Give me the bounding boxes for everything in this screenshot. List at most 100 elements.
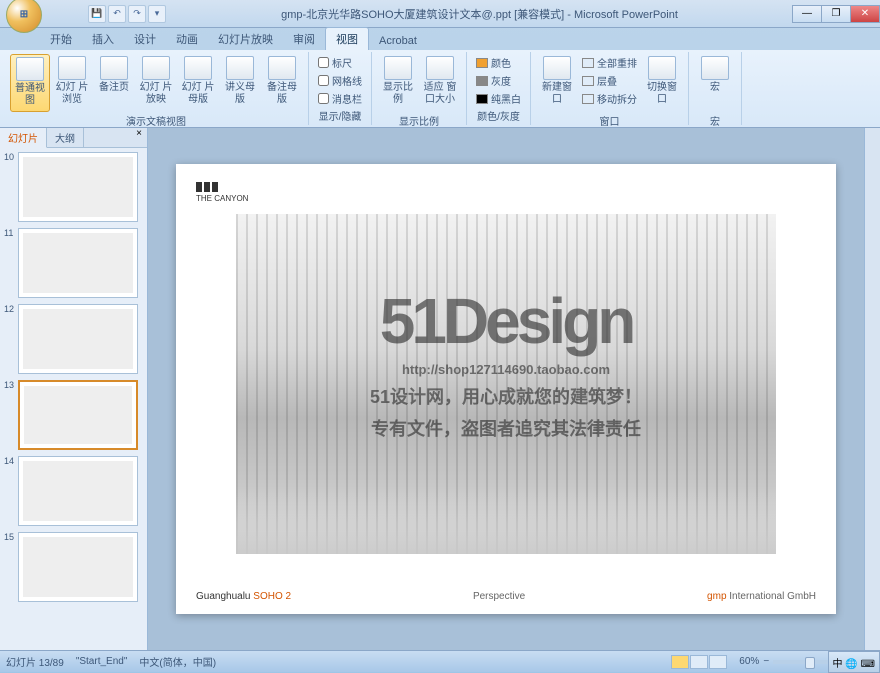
ribbon-group-3: 颜色灰度纯黑白颜色/灰度 [467, 52, 531, 125]
button-label: 幻灯 片浏览 [54, 82, 90, 106]
button-icon [142, 56, 170, 80]
close-button[interactable]: ✕ [850, 5, 880, 23]
ribbon-group-1: 标尺网格线消息栏显示/隐藏 [309, 52, 372, 125]
thumbnail-list[interactable]: 101112131415 [0, 148, 147, 650]
color-mode-button[interactable]: 纯黑白 [473, 90, 524, 107]
ribbon-button[interactable]: 幻灯 片浏览 [52, 54, 92, 112]
tab-slides[interactable]: 幻灯片 [0, 128, 47, 148]
slide-thumbnail[interactable]: 10 [4, 152, 143, 222]
ribbon-button[interactable]: 切换窗 口 [642, 54, 682, 112]
button-label: 幻灯 片放映 [138, 82, 174, 106]
save-icon[interactable]: 💾 [88, 5, 106, 23]
button-icon [184, 56, 212, 80]
ribbon-tab-0[interactable]: 开始 [40, 28, 82, 50]
color-swatch-icon [476, 58, 488, 68]
button-label: 讲义母版 [222, 82, 258, 106]
ribbon-group-4: 新建窗口全部重排层叠移动拆分切换窗 口窗口 [531, 52, 689, 125]
ribbon-button[interactable]: 幻灯 片母版 [178, 54, 218, 112]
color-mode-button[interactable]: 颜色 [473, 54, 524, 71]
undo-icon[interactable]: ↶ [108, 5, 126, 23]
group-label: 宏 [695, 112, 735, 128]
thumbnail-image [18, 380, 138, 450]
vertical-scrollbar[interactable] [864, 128, 880, 650]
window-controls: — ❐ ✕ [793, 5, 880, 23]
slideshow-view-button[interactable] [709, 655, 727, 669]
ribbon: 普通视图幻灯 片浏览备注页幻灯 片放映幻灯 片母版讲义母版备注母版演示文稿视图标… [0, 50, 880, 128]
tab-outline[interactable]: 大纲 [47, 128, 84, 147]
ribbon-tab-7[interactable]: Acrobat [369, 32, 427, 50]
ribbon-group-5: 宏宏 [689, 52, 742, 125]
color-mode-button[interactable]: 灰度 [473, 72, 524, 89]
status-bar: 幻灯片 13/89 "Start_End" 中文(简体，中国) 60% − + … [0, 650, 880, 672]
slide-editor[interactable]: THE CANYON 51Design http://shop127114690… [148, 128, 864, 650]
watermark-line2: 专有文件，盗图者追究其法律责任 [316, 415, 696, 441]
group-label: 显示比例 [378, 112, 460, 128]
ribbon-small-button[interactable]: 层叠 [579, 72, 640, 89]
zoom-out-button[interactable]: − [763, 656, 769, 667]
ribbon-checkbox[interactable]: 消息栏 [315, 90, 365, 107]
ribbon-button[interactable]: 幻灯 片放映 [136, 54, 176, 112]
watermark-line1: 51设计网，用心成就您的建筑梦！ [316, 383, 696, 409]
slide-thumbnail[interactable]: 11 [4, 228, 143, 298]
button-icon [268, 56, 296, 80]
ribbon-button[interactable]: 显示比例 [378, 54, 418, 112]
slide-thumbnail[interactable]: 15 [4, 532, 143, 602]
view-buttons [671, 655, 727, 669]
button-icon [701, 56, 729, 80]
slide-logo: THE CANYON [196, 182, 248, 203]
office-button[interactable]: ⊞ [6, 0, 42, 33]
group-label: 显示/隐藏 [315, 107, 365, 123]
ribbon-tab-1[interactable]: 插入 [82, 28, 124, 50]
watermark-title: 51Design [316, 284, 696, 358]
slide-thumbnail[interactable]: 14 [4, 456, 143, 526]
work-area: 幻灯片 大纲 × 101112131415 THE CANYON 51Desig… [0, 128, 880, 650]
thumbnail-number: 12 [4, 304, 18, 374]
button-label: 普通视图 [13, 83, 47, 107]
thumbnail-number: 13 [4, 380, 18, 450]
ribbon-button[interactable]: 备注页 [94, 54, 134, 112]
ribbon-button[interactable]: 新建窗口 [537, 54, 577, 112]
ribbon-tab-2[interactable]: 设计 [124, 28, 166, 50]
slide-thumbnail[interactable]: 13 [4, 380, 143, 450]
button-icon [100, 56, 128, 80]
thumbnail-image [18, 228, 138, 298]
ribbon-button[interactable]: 讲义母版 [220, 54, 260, 112]
slide-footer: Guanghualu SOHO 2 Perspective gmp Intern… [196, 591, 816, 602]
logo-text: THE CANYON [196, 194, 248, 203]
ribbon-checkbox[interactable]: 网格线 [315, 72, 365, 89]
group-label: 演示文稿视图 [10, 112, 302, 128]
ribbon-tab-4[interactable]: 幻灯片放映 [208, 28, 283, 50]
language-indicator[interactable]: 中文(简体，中国) [139, 654, 216, 669]
minimize-button[interactable]: — [792, 5, 822, 23]
ribbon-button[interactable]: 普通视图 [10, 54, 50, 112]
panel-close-button[interactable]: × [131, 128, 147, 147]
ribbon-group-2: 显示比例适应 窗口大小显示比例 [372, 52, 467, 125]
thumbnail-image [18, 152, 138, 222]
quick-access-toolbar: 💾 ↶ ↷ ▾ [88, 5, 166, 23]
section-name[interactable]: "Start_End" [76, 656, 128, 667]
maximize-button[interactable]: ❐ [821, 5, 851, 23]
ribbon-button[interactable]: 宏 [695, 54, 735, 112]
ribbon-group-0: 普通视图幻灯 片浏览备注页幻灯 片放映幻灯 片母版讲义母版备注母版演示文稿视图 [4, 52, 309, 125]
ribbon-tab-5[interactable]: 审阅 [283, 28, 325, 50]
thumbnail-number: 15 [4, 532, 18, 602]
zoom-percent[interactable]: 60% [739, 656, 759, 667]
qat-dropdown-icon[interactable]: ▾ [148, 5, 166, 23]
current-slide[interactable]: THE CANYON 51Design http://shop127114690… [176, 164, 836, 614]
ribbon-tab-6[interactable]: 视图 [325, 27, 369, 50]
ribbon-button[interactable]: 备注母版 [262, 54, 302, 112]
ribbon-button[interactable]: 适应 窗口大小 [420, 54, 460, 112]
sorter-view-button[interactable] [690, 655, 708, 669]
ribbon-small-button[interactable]: 全部重排 [579, 54, 640, 71]
ribbon-checkbox[interactable]: 标尺 [315, 54, 365, 71]
ime-indicator[interactable]: 中 🌐 ⌨ [828, 651, 880, 673]
redo-icon[interactable]: ↷ [128, 5, 146, 23]
ribbon-tab-3[interactable]: 动画 [166, 28, 208, 50]
button-icon [58, 56, 86, 80]
normal-view-button[interactable] [671, 655, 689, 669]
slide-counter[interactable]: 幻灯片 13/89 [6, 654, 64, 669]
ribbon-small-button[interactable]: 移动拆分 [579, 90, 640, 107]
slide-thumbnail[interactable]: 12 [4, 304, 143, 374]
button-label: 新建窗口 [539, 82, 575, 106]
footer-center: Perspective [473, 591, 525, 602]
